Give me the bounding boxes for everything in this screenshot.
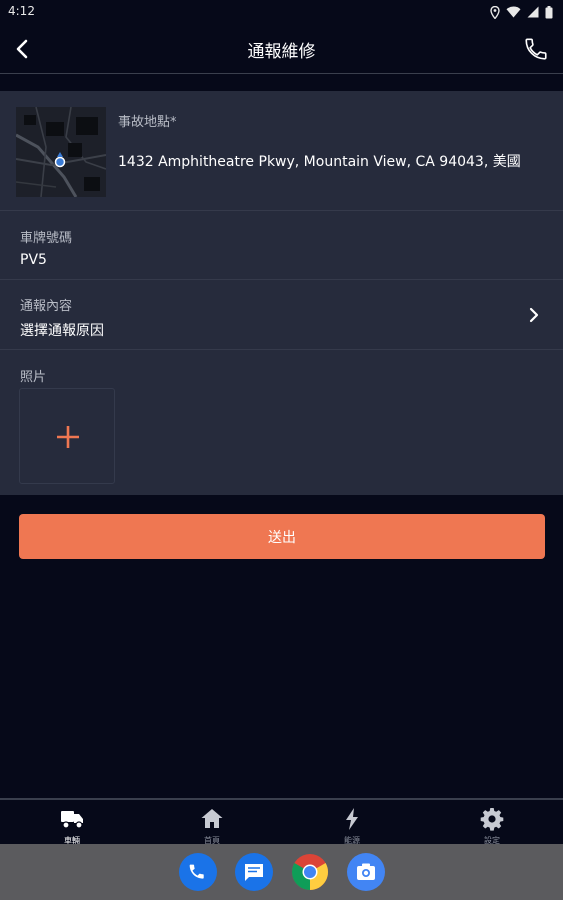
report-reason-selector[interactable]: 通報內容 選擇通報原因 (0, 280, 563, 350)
nav-item-home[interactable]: 首頁 (177, 802, 247, 846)
report-form-card: 事故地點* 1432 Amphitheatre Pkwy, Mountain V… (0, 91, 563, 495)
system-dock (0, 844, 563, 900)
nav-item-settings[interactable]: 設定 (457, 802, 527, 846)
phone-app-icon[interactable] (179, 853, 217, 891)
map-image (16, 107, 106, 197)
plus-icon (57, 426, 79, 448)
bottom-nav: 車輛 首頁 能源 設定 (0, 798, 563, 846)
photo-label: 照片 (20, 370, 47, 385)
location-value: 1432 Amphitheatre Pkwy, Mountain View, C… (118, 154, 521, 170)
status-bar: 4:12 (0, 0, 563, 24)
scooter-truck-icon (61, 811, 83, 829)
chevron-right-icon (529, 307, 539, 323)
location-row[interactable]: 事故地點* 1432 Amphitheatre Pkwy, Mountain V… (0, 91, 563, 211)
phone-icon (525, 38, 547, 60)
plate-row: 車牌號碼 PV5 (0, 211, 563, 280)
location-label: 事故地點* (118, 115, 177, 130)
app-bar: 通報維修 (0, 24, 563, 74)
lightning-icon (346, 808, 358, 830)
camera-app-icon[interactable] (347, 853, 385, 891)
nav-item-energy[interactable]: 能源 (317, 802, 387, 846)
photo-row: 照片 (0, 350, 563, 495)
plate-value: PV5 (20, 252, 47, 268)
gear-icon (480, 808, 504, 831)
report-label: 通報內容 (20, 299, 73, 314)
map-thumbnail[interactable] (16, 107, 106, 197)
submit-button[interactable]: 送出 (19, 514, 545, 559)
nav-item-vehicle[interactable]: 車輛 (37, 802, 107, 846)
cellular-icon (527, 6, 539, 18)
messages-app-icon[interactable] (235, 853, 273, 891)
battery-icon (545, 5, 553, 18)
status-icons (490, 5, 553, 19)
status-time: 4:12 (8, 4, 35, 18)
plate-label: 車牌號碼 (20, 231, 73, 246)
add-photo-button[interactable] (19, 388, 115, 484)
home-icon (201, 809, 223, 828)
wifi-icon (506, 6, 521, 18)
chrome-app-icon[interactable] (291, 853, 329, 891)
location-icon (490, 5, 500, 19)
call-button[interactable] (523, 36, 549, 62)
report-placeholder: 選擇通報原因 (20, 323, 104, 339)
page-title: 通報維修 (247, 42, 316, 62)
